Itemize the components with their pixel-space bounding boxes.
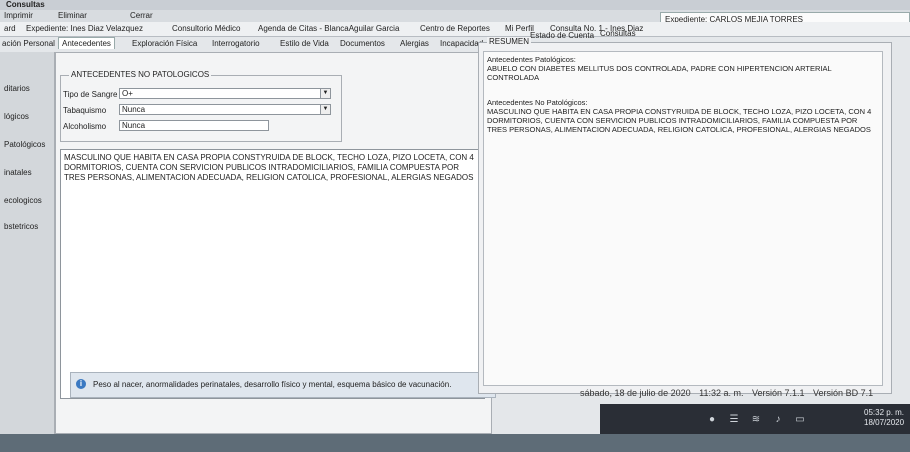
network-icon[interactable]: ☰ xyxy=(728,414,740,426)
sidebar-item-patologicos[interactable]: Patológicos xyxy=(4,140,45,149)
app-version: Versión 7.1.1 xyxy=(751,388,805,398)
no-patologicos-text: MASCULINO QUE HABITA EN CASA PROPIA CONS… xyxy=(487,107,872,134)
tab-exploracion-fisica[interactable]: Exploración Física xyxy=(132,39,197,48)
status-bar: sábado, 18 de julio de 2020 11:32 a. m. … xyxy=(580,388,873,398)
system-clock[interactable]: 05:32 p. m. 18/07/2020 xyxy=(864,408,904,428)
keyboard-icon[interactable]: ▭ xyxy=(794,414,806,426)
info-hint-text: Peso al nacer, anormalidades perinatales… xyxy=(93,380,452,389)
resumen-panel: RESUMEN Antecedentes Patológicos: ABUELO… xyxy=(478,37,892,394)
tab-consultas[interactable]: Consultas xyxy=(600,29,636,38)
bottom-bezel xyxy=(0,434,910,452)
app-icon[interactable]: ● xyxy=(706,414,718,426)
sidebar-item-obstetricos[interactable]: bstetricos xyxy=(4,222,38,231)
status-date: sábado, 18 de julio de 2020 xyxy=(580,388,691,398)
tab-interrogatorio[interactable]: Interrogatorio xyxy=(212,39,260,48)
tab-estilo-de-vida[interactable]: Estilo de Vida xyxy=(280,39,329,48)
tab-documentos[interactable]: Documentos xyxy=(340,39,385,48)
chevron-down-icon[interactable]: ▼ xyxy=(320,89,330,98)
patologicos-label: Antecedentes Patológicos: xyxy=(487,55,576,64)
os-taskbar: ● ☰ ≋ ♪ ▭ 05:32 p. m. 18/07/2020 xyxy=(600,404,910,434)
alcoholismo-label: Alcoholismo xyxy=(63,122,107,131)
db-version: Versión BD 7.1 xyxy=(813,388,874,398)
blood-type-select[interactable]: O+ ▼ xyxy=(119,88,331,99)
section-title: ANTECEDENTES NO PATOLOGICOS xyxy=(69,70,212,79)
tab-incapacidad[interactable]: Incapacidad xyxy=(440,39,483,48)
info-icon: i xyxy=(76,379,86,389)
print-button[interactable]: Imprimir xyxy=(4,11,33,20)
clock-time: 05:32 p. m. xyxy=(864,408,905,417)
title-bar: Consultas xyxy=(0,0,910,10)
sidebar-item-ginecologicos[interactable]: ecologicos xyxy=(4,196,42,205)
resumen-title: RESUMEN xyxy=(487,37,532,46)
antecedentes-sidebar: ditarios lógicos Patológicos inatales ec… xyxy=(0,52,55,447)
no-patologicos-group: ANTECEDENTES NO PATOLOGICOS Tipo de Sang… xyxy=(60,70,342,142)
tabaquismo-value: Nunca xyxy=(122,105,146,114)
app-title: Consultas xyxy=(6,0,45,9)
tab-dashboard[interactable]: ard xyxy=(4,24,16,33)
alcoholismo-select[interactable]: Nunca xyxy=(119,120,269,131)
tab-agenda[interactable]: Agenda de Citas - BlancaAguilar Garcia xyxy=(258,24,399,33)
blood-type-value: O+ xyxy=(122,89,133,98)
alcoholismo-value: Nunca xyxy=(122,121,146,130)
info-hint-bar: i Peso al nacer, anormalidades perinatal… xyxy=(70,372,496,398)
tab-informacion-personal[interactable]: ación Personal xyxy=(2,39,55,48)
wifi-icon[interactable]: ≋ xyxy=(750,414,762,426)
volume-icon[interactable]: ♪ xyxy=(772,414,784,426)
tab-reportes[interactable]: Centro de Reportes xyxy=(420,24,490,33)
sidebar-item-perinatales[interactable]: inatales xyxy=(4,168,32,177)
delete-button[interactable]: Eliminar xyxy=(58,11,87,20)
sidebar-item-no-patologicos[interactable]: lógicos xyxy=(4,112,29,121)
status-time: 11:32 a. m. xyxy=(699,388,744,398)
no-patologicos-label: Antecedentes No Patológicos: xyxy=(487,98,588,107)
tab-antecedentes[interactable]: Antecedentes xyxy=(58,37,115,49)
tab-expediente[interactable]: Expediente: Ines Diaz Velazquez xyxy=(26,24,143,33)
clock-date: 18/07/2020 xyxy=(864,418,905,427)
resumen-body[interactable]: Antecedentes Patológicos: ABUELO CON DIA… xyxy=(483,51,883,386)
tab-alergias[interactable]: Alergias xyxy=(400,39,429,48)
app-window: Consultas Imprimir Eliminar Cerrar Exped… xyxy=(0,0,910,452)
no-patologicos-memo[interactable]: MASCULINO QUE HABITA EN CASA PROPIA CONS… xyxy=(60,149,485,399)
tab-estado-de-cuenta[interactable]: Estado de Cuenta xyxy=(530,31,594,40)
tabaquismo-select[interactable]: Nunca ▼ xyxy=(119,104,331,115)
close-button[interactable]: Cerrar xyxy=(130,11,153,20)
tab-consultorio[interactable]: Consultorio Médico xyxy=(172,24,240,33)
patologicos-text: ABUELO CON DIABETES MELLITUS DOS CONTROL… xyxy=(487,64,832,82)
module-tabs: ard Expediente: Ines Diaz Velazquez Cons… xyxy=(0,22,910,37)
sidebar-item-hereditarios[interactable]: ditarios xyxy=(4,84,30,93)
chevron-down-icon[interactable]: ▼ xyxy=(320,105,330,114)
record-subtabs: ación Personal Antecedentes Exploración … xyxy=(0,37,490,51)
blood-type-label: Tipo de Sangre xyxy=(63,90,118,99)
tabaquismo-label: Tabaquismo xyxy=(63,106,107,115)
